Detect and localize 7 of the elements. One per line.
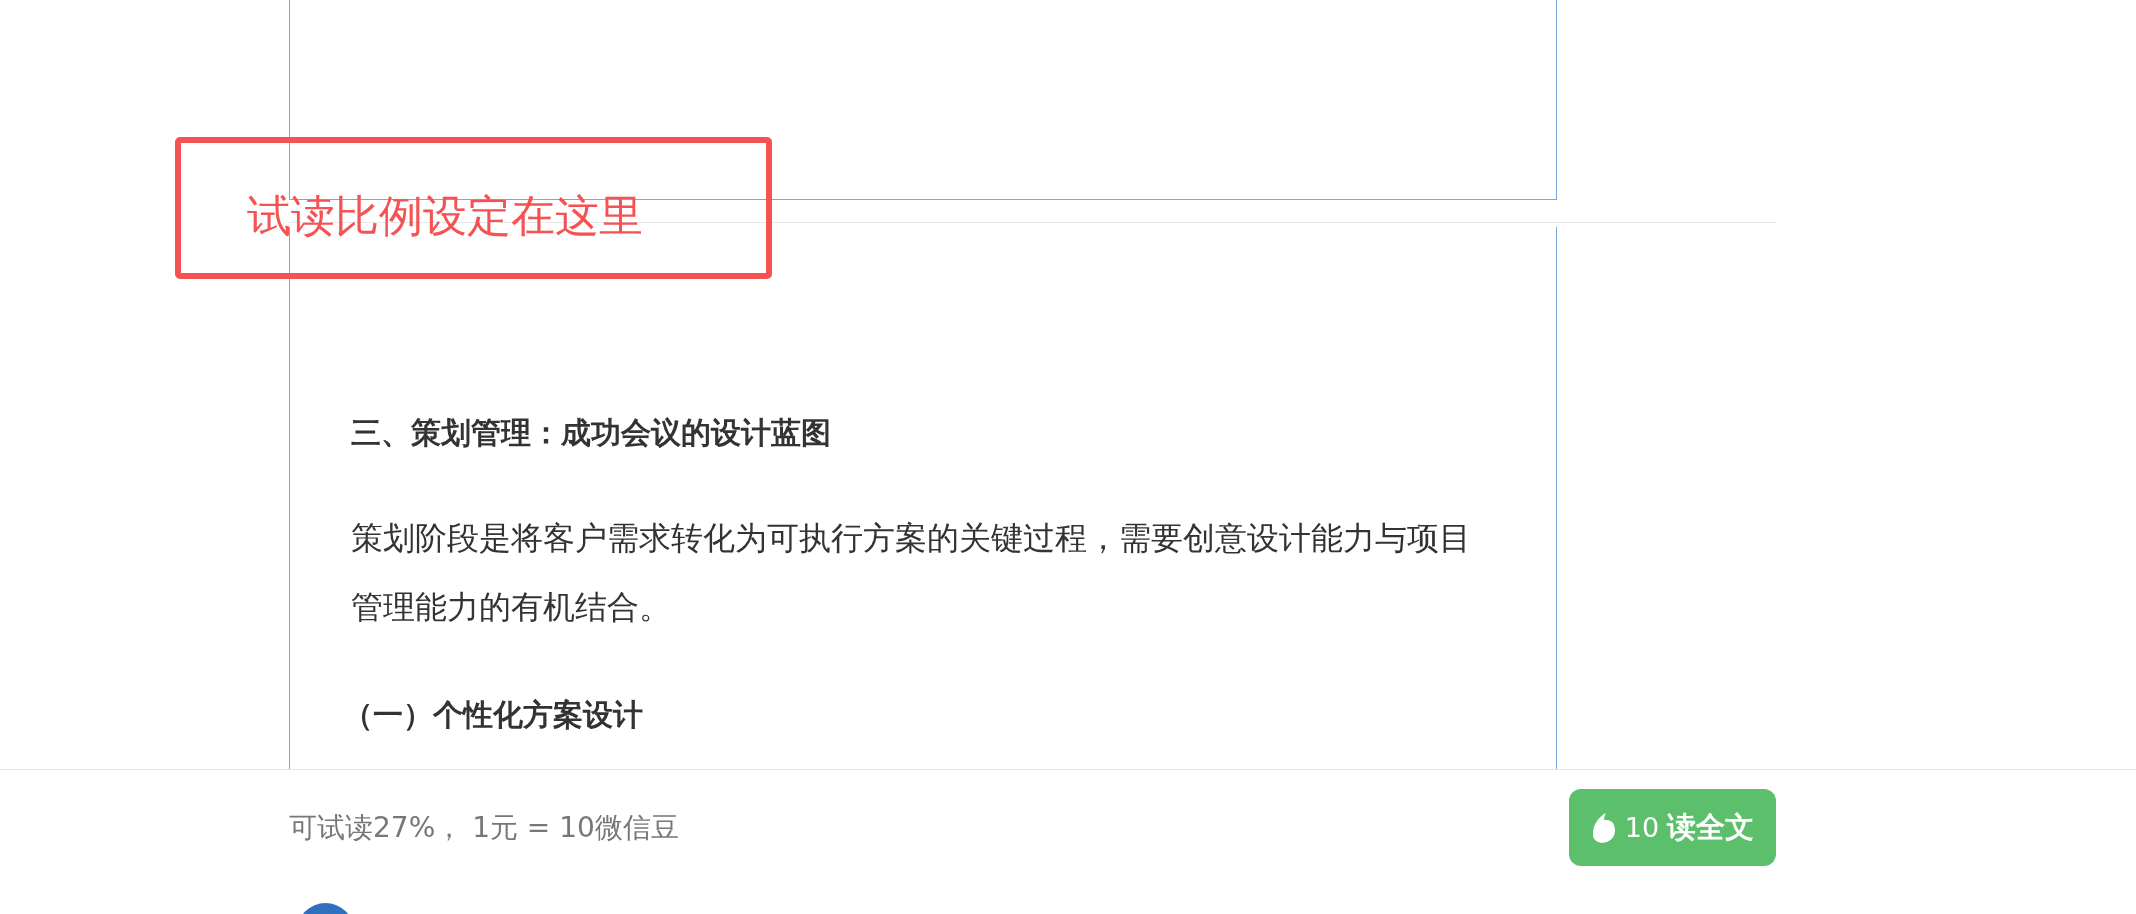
paragraph: 策划阶段是将客户需求转化为可执行方案的关键过程，需要创意设计能力与项目管理能力的有机结合。 [351, 518, 1472, 628]
preview-note: 可试读27%， 1元 = 10微信豆 [289, 809, 679, 846]
annotation-callout: 试读比例设定在这里 [175, 137, 772, 279]
read-full-button[interactable]: 10 读全文 [1569, 789, 1776, 866]
section-heading: 三、策划管理：成功会议的设计蓝图 [351, 414, 832, 452]
subsection-heading: （一）个性化方案设计 [343, 696, 644, 734]
leaf-icon [1590, 811, 1617, 844]
